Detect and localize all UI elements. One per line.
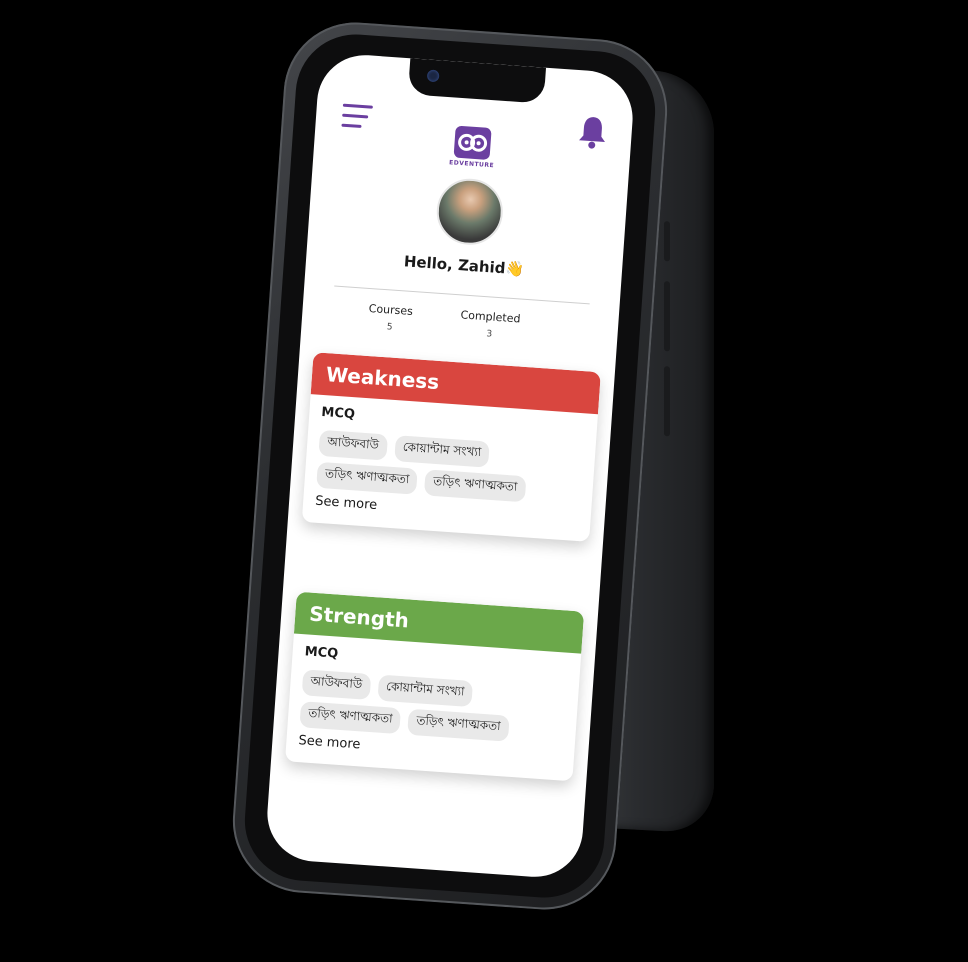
app-screen: EDVENTURE Hello, Zahid👋 Courses 5 Comple…	[264, 51, 636, 881]
side-button	[664, 281, 670, 352]
front-camera-icon	[426, 69, 440, 83]
owl-logo-icon	[453, 125, 492, 161]
stat-completed: Completed 3	[459, 308, 521, 341]
avatar[interactable]	[434, 176, 506, 247]
app-logo: EDVENTURE	[449, 125, 496, 169]
weakness-card-body: MCQ আউফবাউ কোয়ান্টাম সংখ্যা তড়িৎ ঋণাত্…	[302, 394, 598, 542]
weakness-tag[interactable]: কোয়ান্টাম সংখ্যা	[393, 435, 491, 468]
bell-icon[interactable]	[576, 114, 608, 150]
stat-courses: Courses 5	[367, 302, 413, 334]
weakness-tag[interactable]: তড়িৎ ঋণাত্মকতা	[316, 461, 419, 495]
strength-card-body: MCQ আউফবাউ কোয়ান্টাম সংখ্যা তড়িৎ ঋণাত্…	[285, 634, 581, 782]
stage: EDVENTURE Hello, Zahid👋 Courses 5 Comple…	[0, 0, 968, 962]
logo-text: EDVENTURE	[448, 159, 495, 170]
stat-completed-value: 3	[486, 329, 493, 340]
weakness-tag[interactable]: আউফবাউ	[318, 429, 388, 461]
strength-card[interactable]: Strength MCQ আউফবাউ কোয়ান্টাম সংখ্যা তড…	[285, 591, 585, 782]
weakness-tag[interactable]: তড়িৎ ঋণাত্মকতা	[424, 469, 527, 503]
phone-frame: EDVENTURE Hello, Zahid👋 Courses 5 Comple…	[228, 17, 672, 915]
weakness-tag-list: আউফবাউ কোয়ান্টাম সংখ্যা তড়িৎ ঋণাত্মকতা…	[316, 429, 585, 506]
side-button	[664, 366, 670, 437]
hamburger-menu-icon[interactable]	[341, 103, 373, 132]
strength-tag[interactable]: তড়িৎ ঋণাত্মকতা	[407, 708, 510, 742]
stat-courses-label: Courses	[368, 301, 414, 319]
stat-completed-label: Completed	[460, 308, 521, 326]
greeting-text: Hello, Zahid👋	[403, 252, 525, 279]
side-button	[664, 221, 670, 262]
strength-tag[interactable]: তড়িৎ ঋণাত্মকতা	[299, 701, 402, 735]
strength-tag[interactable]: কোয়ান্টাম সংখ্যা	[377, 674, 474, 708]
weakness-card[interactable]: Weakness MCQ আউফবাউ কোয়ান্টাম সংখ্যা তড…	[301, 352, 601, 542]
strength-tag-list: আউফবাউ কোয়ান্টাম সংখ্যা তড়িৎ ঋণাত্মকতা…	[299, 669, 568, 745]
phone-bezel: EDVENTURE Hello, Zahid👋 Courses 5 Comple…	[240, 30, 660, 902]
strength-tag[interactable]: আউফবাউ	[301, 669, 371, 700]
stat-courses-value: 5	[386, 322, 393, 333]
notch	[407, 58, 547, 104]
